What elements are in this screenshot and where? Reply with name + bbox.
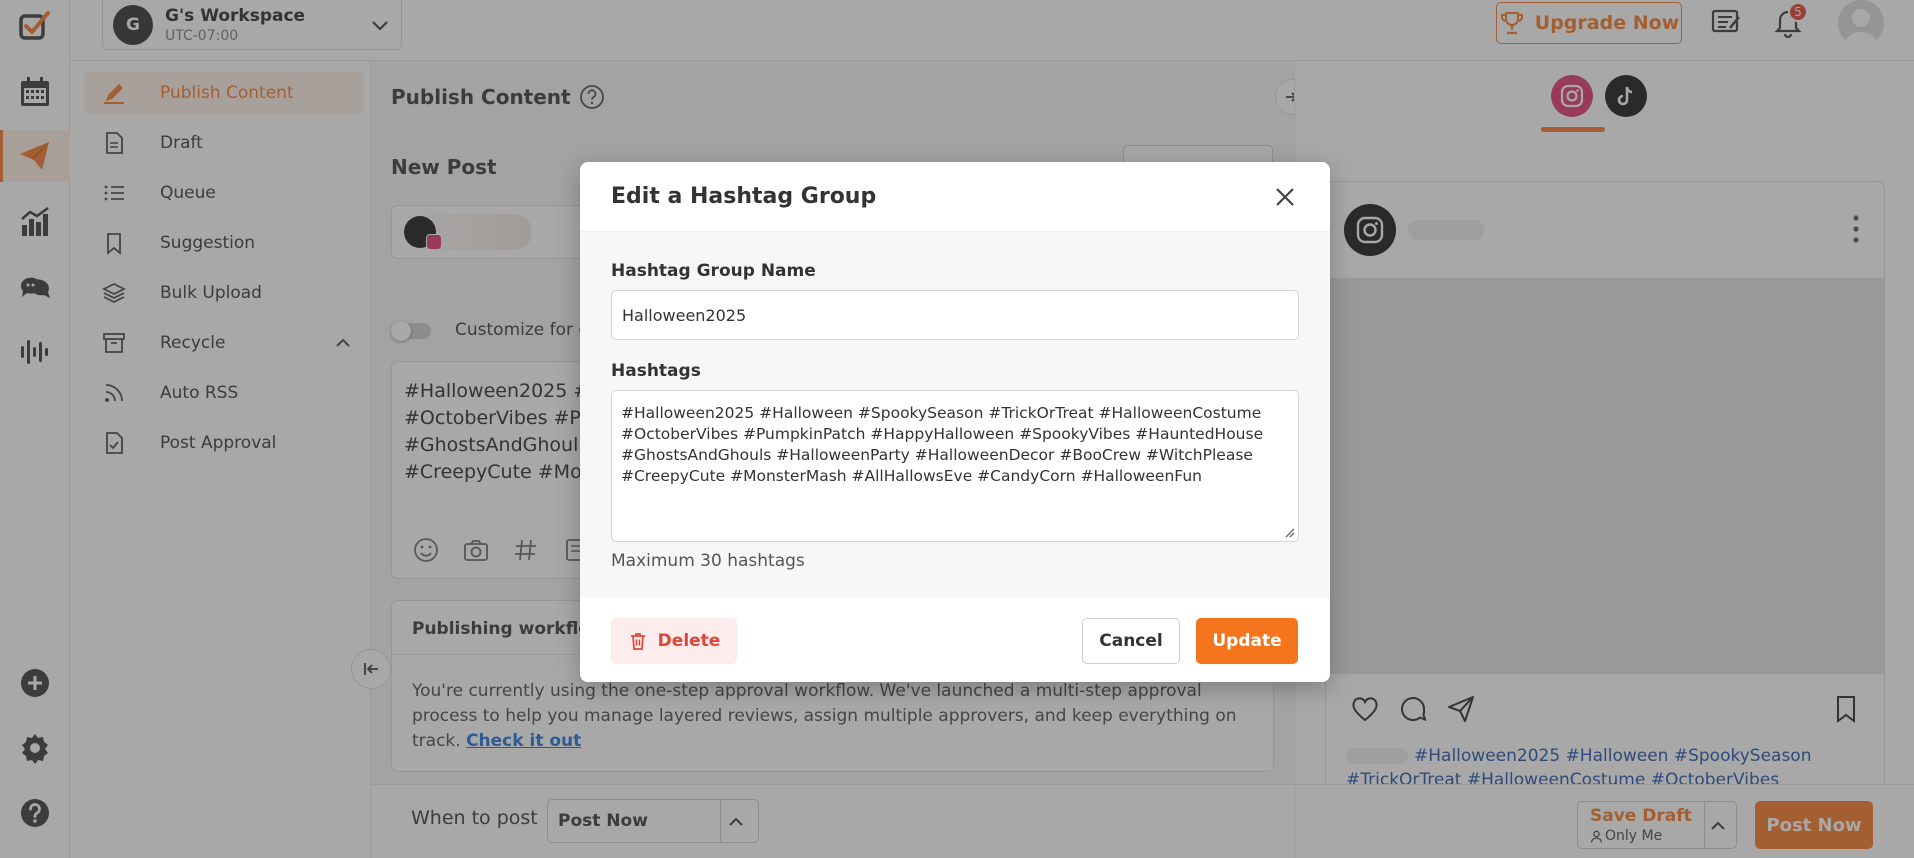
hashtag-group-name-input[interactable] <box>611 290 1299 340</box>
resize-handle-icon[interactable] <box>1283 526 1295 538</box>
hashtags-label: Hashtags <box>611 361 701 381</box>
delete-label: Delete <box>657 631 721 651</box>
dialog-footer: Delete Cancel Update <box>580 598 1330 682</box>
update-button[interactable]: Update <box>1196 618 1298 664</box>
dialog-header: Edit a Hashtag Group <box>580 162 1330 232</box>
hashtags-textarea[interactable] <box>611 390 1299 542</box>
close-icon <box>1276 188 1294 206</box>
trash-icon <box>630 633 645 650</box>
dialog-body: Hashtag Group Name Hashtags Maximum 30 h… <box>580 232 1330 598</box>
dialog-title: Edit a Hashtag Group <box>611 184 877 209</box>
cancel-button[interactable]: Cancel <box>1082 618 1180 664</box>
close-button[interactable] <box>1270 182 1300 212</box>
delete-button[interactable]: Delete <box>611 618 737 664</box>
hashtag-group-name-label: Hashtag Group Name <box>611 261 816 281</box>
hashtag-limit-hint: Maximum 30 hashtags <box>611 551 805 571</box>
edit-hashtag-group-dialog: Edit a Hashtag Group Hashtag Group Name … <box>580 162 1330 682</box>
